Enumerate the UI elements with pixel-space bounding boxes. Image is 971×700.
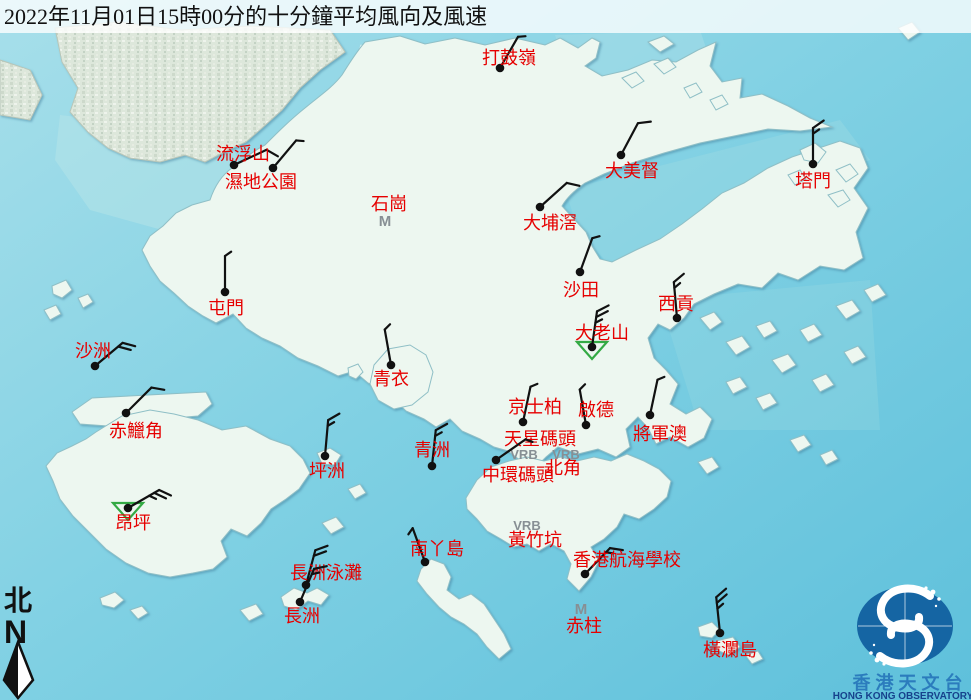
north-label-n: N xyxy=(4,614,27,650)
station-name-label: 赤柱 xyxy=(566,616,602,636)
station-dot xyxy=(646,411,655,420)
variable-wind-indicator: VRB xyxy=(510,447,537,462)
map-title-bar: 2022年11月01日15時00分的十分鐘平均風向及風速 xyxy=(0,0,971,33)
wind-barb-half xyxy=(518,36,525,37)
station-dot xyxy=(582,421,591,430)
station-name-label: 沙洲 xyxy=(75,341,111,361)
station-dot xyxy=(716,629,725,638)
station-name-label: 流浮山 xyxy=(216,144,270,164)
station-name-label: 青洲 xyxy=(414,440,450,460)
wind-barb-half xyxy=(312,573,319,575)
station-name-label: 塔門 xyxy=(795,171,831,191)
station-dot xyxy=(617,151,626,160)
station-name-label: 坪洲 xyxy=(309,461,345,481)
hong-kong-map: 打鼓嶺流浮山濕地公園 M石崗 大美督塔門大埔滘沙田西貢 屯門沙洲 大老山青衣赤鱲角坪洲 青… xyxy=(0,0,971,700)
station-dot xyxy=(536,203,545,212)
station-name-label: 橫瀾島 xyxy=(703,640,757,660)
station-name-label: 啟德 xyxy=(578,400,614,420)
station-name-label: 南丫島 xyxy=(410,539,464,559)
station-name-label: 長洲 xyxy=(284,606,320,626)
station-dot xyxy=(269,164,278,173)
hko-name-english: HONG KONG OBSERVATORY xyxy=(833,691,971,700)
station-name-label: 中環碼頭 xyxy=(482,465,554,485)
station-name-label: 屯門 xyxy=(208,298,244,318)
station-name-label: 石崗 xyxy=(371,194,407,214)
station-dot xyxy=(428,462,437,471)
station-name-label: 西貢 xyxy=(658,294,694,314)
station-name-label: 青衣 xyxy=(373,369,409,389)
station-dot xyxy=(576,268,585,277)
station-name-label: 打鼓嶺 xyxy=(482,48,536,68)
station-dot xyxy=(124,504,133,513)
north-label-chinese: 北 xyxy=(4,585,32,617)
wind-barb-half xyxy=(296,140,303,141)
station-name-label: 赤鱲角 xyxy=(109,421,163,441)
station-dot xyxy=(588,343,597,352)
station-dot xyxy=(221,288,230,297)
station-name-label: 京士柏 xyxy=(508,397,562,417)
station-name-label: 大埔滘 xyxy=(523,213,577,233)
station-name-label: 黃竹坑 xyxy=(508,530,562,550)
station-dot xyxy=(492,456,501,465)
weather-map-screenshot: 打鼓嶺流浮山濕地公園 M石崗 大美督塔門大埔滘沙田西貢 屯門沙洲 大老山青衣赤鱲角坪洲 青… xyxy=(0,0,971,700)
missing-data-indicator: M xyxy=(379,213,392,230)
station-dot xyxy=(296,598,305,607)
station-dot xyxy=(581,570,590,579)
station-dot xyxy=(809,160,818,169)
map-title: 2022年11月01日15時00分的十分鐘平均風向及風速 xyxy=(4,4,487,29)
station-name-label: 昂坪 xyxy=(115,513,151,533)
station-name-label: 將軍澳 xyxy=(633,424,687,444)
station-dot xyxy=(321,452,330,461)
station-dot xyxy=(673,314,682,323)
station-dot xyxy=(122,409,131,418)
station-dot xyxy=(387,361,396,370)
station-dot xyxy=(91,362,100,371)
station-dot xyxy=(519,418,528,427)
station-name-label: 濕地公園 xyxy=(225,172,297,192)
station-name-label: 大美督 xyxy=(605,161,659,181)
station-name-label: 沙田 xyxy=(563,280,599,300)
hko-name-chinese: 香港天文台 xyxy=(852,672,968,693)
station-name-label: 香港航海學校 xyxy=(573,550,681,570)
station-name-label: 大老山 xyxy=(575,323,629,343)
